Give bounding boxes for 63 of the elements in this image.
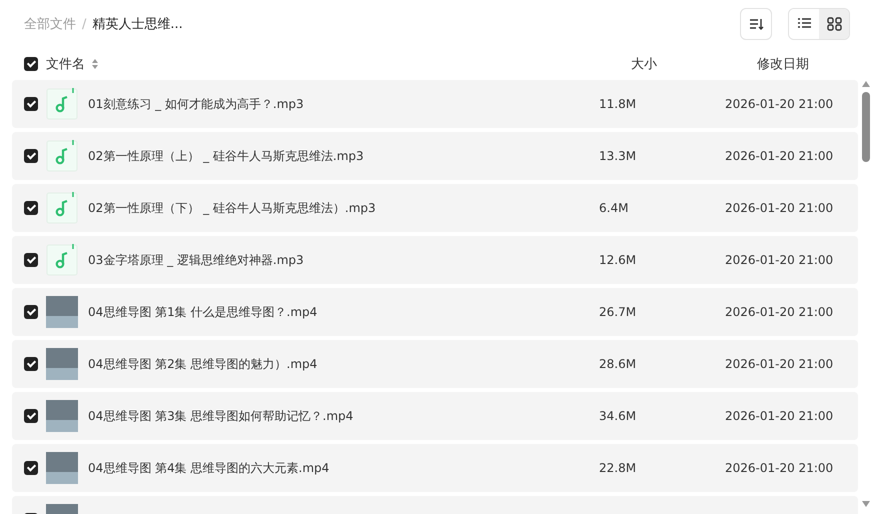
file-name: 04思维导图 第4集 思维导图的六大元素.mp4 [88, 460, 330, 476]
modified-date: 2026-01-20 21:00 [725, 461, 834, 475]
modified-date: 2026-01-20 21:00 [725, 97, 834, 111]
file-size: 13.3M [599, 149, 638, 163]
file-row[interactable]: 04思维导图 第3集 思维导图如何帮助记忆？.mp4 34.6M 2026-01-20 21:00 [12, 392, 858, 440]
file-row[interactable]: 03金字塔原理 _ 逻辑思维绝对神器.mp3 12.6M 2026-01-20 21:00 [12, 236, 858, 284]
music-note-icon [46, 192, 78, 224]
modified-date: 2026-01-20 21:00 [725, 409, 834, 423]
file-size: 22.8M [599, 461, 638, 475]
video-thumbnail-placeholder [46, 348, 78, 380]
scroll-down-icon[interactable] [861, 500, 871, 508]
column-header[interactable]: 大小 [631, 55, 757, 73]
column-header[interactable]: 文件名 [46, 55, 85, 73]
file-size: 26.7M [599, 305, 638, 319]
modified-date: 2026-01-20 21:00 [725, 305, 834, 319]
sort-arrows-icon[interactable] [91, 58, 99, 70]
file-name: 04思维导图 第3集 思维导图如何帮助记忆？.mp4 [88, 408, 354, 424]
file-name: 02第一性原理（下） _ 硅谷牛人马斯克思维法）.mp3 [88, 200, 377, 216]
checkbox[interactable] [24, 253, 38, 267]
checkbox[interactable] [24, 357, 38, 371]
file-name: 01刻意练习 _ 如何才能成为高手？.mp3 [88, 96, 305, 112]
file-size: 28.6M [599, 357, 638, 371]
file-size: 34.6M [599, 409, 638, 423]
scroll-up-icon[interactable] [861, 80, 871, 88]
file-row[interactable]: 02第一性原理（下） _ 硅谷牛人马斯克思维法）.mp3 6.4M 2026-01-20 21:00 [12, 184, 858, 232]
music-note-icon [46, 88, 78, 120]
video-thumbnail-placeholder [46, 452, 78, 484]
list-icon [797, 18, 812, 28]
video-thumbnail-placeholder [46, 400, 78, 432]
breadcrumb-item[interactable]: 精英人士思维... [92, 15, 183, 33]
checkbox[interactable] [24, 97, 38, 111]
file-name: 04思维导图 第1集 什么是思维导图？.mp4 [88, 304, 318, 320]
checkbox[interactable] [24, 461, 38, 475]
file-size: 6.4M [599, 201, 630, 215]
file-row[interactable]: 01刻意练习 _ 如何才能成为高手？.mp3 11.8M 2026-01-20 21:00 [12, 80, 858, 128]
checkbox[interactable] [24, 57, 38, 71]
video-thumbnail-placeholder [46, 296, 78, 328]
modified-date: 2026-01-20 21:00 [725, 357, 834, 371]
checkbox[interactable] [24, 149, 38, 163]
checkbox[interactable] [24, 305, 38, 319]
modified-date: 2026-01-20 21:00 [725, 201, 834, 215]
file-row[interactable]: 04思维导图 第4集 思维导图的六大元素.mp4 22.8M 2026-01-20 21:00 [12, 444, 858, 492]
checkbox[interactable] [24, 201, 38, 215]
file-row[interactable]: 04思维导图 第2集 思维导图的魅力）.mp4 28.6M 2026-01-20 21:00 [12, 340, 858, 388]
sort-icon [748, 16, 764, 32]
music-note-icon [46, 140, 78, 172]
grid-view-button[interactable] [819, 9, 849, 39]
file-name: 04思维导图 第2集 思维导图的魅力）.mp4 [88, 356, 318, 372]
modified-date: 2026-01-20 21:00 [725, 149, 834, 163]
modified-date: 2026-01-20 21:00 [725, 253, 834, 267]
column-header[interactable]: 修改日期 [757, 55, 809, 73]
file-size: 12.6M [599, 253, 638, 267]
file-row[interactable]: 02第一性原理（上） _ 硅谷牛人马斯克思维法.mp3 13.3M 2026-01-20 21:00 [12, 132, 858, 180]
music-note-icon [46, 244, 78, 276]
checkbox[interactable] [24, 409, 38, 423]
file-name: 03金字塔原理 _ 逻辑思维绝对神器.mp3 [88, 252, 305, 268]
sort-button[interactable] [740, 8, 772, 40]
scrollbar-thumb[interactable] [862, 92, 870, 162]
file-size: 11.8M [599, 97, 638, 111]
grid-icon [827, 17, 842, 31]
breadcrumb-separator: / [82, 16, 86, 32]
file-row[interactable]: 04思维导图 第1集 什么是思维导图？.mp4 26.7M 2026-01-20 21:00 [12, 288, 858, 336]
file-name: 02第一性原理（上） _ 硅谷牛人马斯克思维法.mp3 [88, 148, 365, 164]
